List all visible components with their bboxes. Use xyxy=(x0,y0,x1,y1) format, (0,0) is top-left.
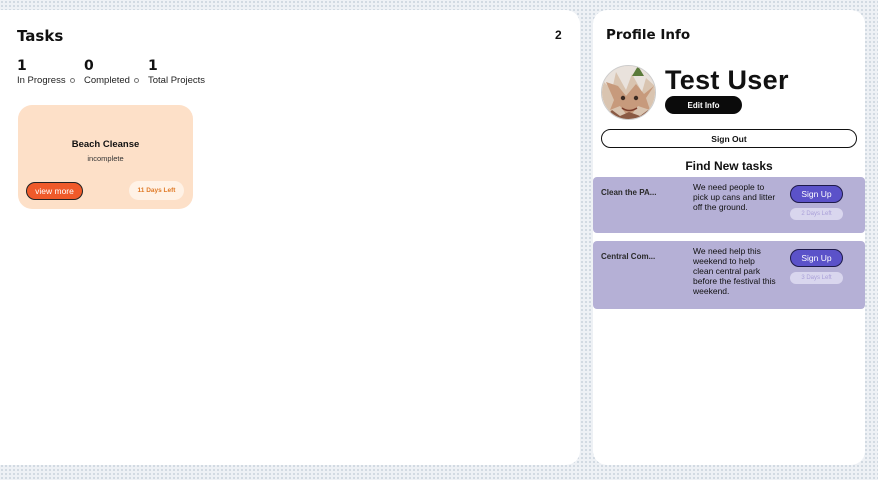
stat-value: 0 xyxy=(84,58,94,74)
job-description: We need people to pick up cans and litte… xyxy=(693,182,776,212)
task-card-title: Beach Cleanse xyxy=(71,139,140,150)
circle-icon xyxy=(133,78,139,83)
days-left-badge: 2 Days Left xyxy=(790,208,843,220)
days-left-badge: 3 Days Left xyxy=(790,272,843,284)
stat-label: Total Projects xyxy=(148,75,206,86)
user-name: Test User xyxy=(665,65,789,95)
stat-completed: 0 Completed xyxy=(84,58,139,86)
find-new-tasks-heading: Find New tasks xyxy=(685,159,773,173)
job-card: Central Com... We need help this weekend… xyxy=(593,241,865,309)
tasks-count: 2 xyxy=(555,28,562,42)
job-name: Clean the PA... xyxy=(601,188,657,197)
stat-label: Completed xyxy=(84,75,130,86)
days-left-badge: 11 Days Left xyxy=(129,181,184,200)
profile-title: Profile Info xyxy=(606,27,691,43)
stat-label: In Progress xyxy=(17,75,66,86)
stat-value: 1 xyxy=(17,58,27,74)
task-card: Beach Cleanse incomplete view more 11 Da… xyxy=(18,105,193,209)
stat-value: 1 xyxy=(148,58,158,74)
view-more-button[interactable]: view more xyxy=(26,182,83,200)
circle-icon xyxy=(69,78,75,83)
profile-panel: Profile Info Test User Edit Info Sign Ou… xyxy=(593,10,865,465)
job-card: Clean the PA... We need people to pick u… xyxy=(593,177,865,233)
avatar xyxy=(601,65,656,120)
sign-up-button[interactable]: Sign Up xyxy=(790,185,843,203)
sign-up-button[interactable]: Sign Up xyxy=(790,249,843,267)
task-card-status: incomplete xyxy=(87,154,124,163)
avatar-image xyxy=(602,66,655,119)
edit-info-button[interactable]: Edit Info xyxy=(665,96,742,114)
tasks-panel: Tasks 2 1 In Progress 0 Completed 1 Tota… xyxy=(0,10,580,465)
stat-total-projects: 1 Total Projects xyxy=(148,58,205,86)
tasks-title: Tasks xyxy=(17,27,64,45)
stat-in-progress: 1 In Progress xyxy=(17,58,75,86)
job-description: We need help this weekend to help clean … xyxy=(693,246,776,296)
sign-out-button[interactable]: Sign Out xyxy=(601,129,857,148)
job-name: Central Com... xyxy=(601,252,656,261)
